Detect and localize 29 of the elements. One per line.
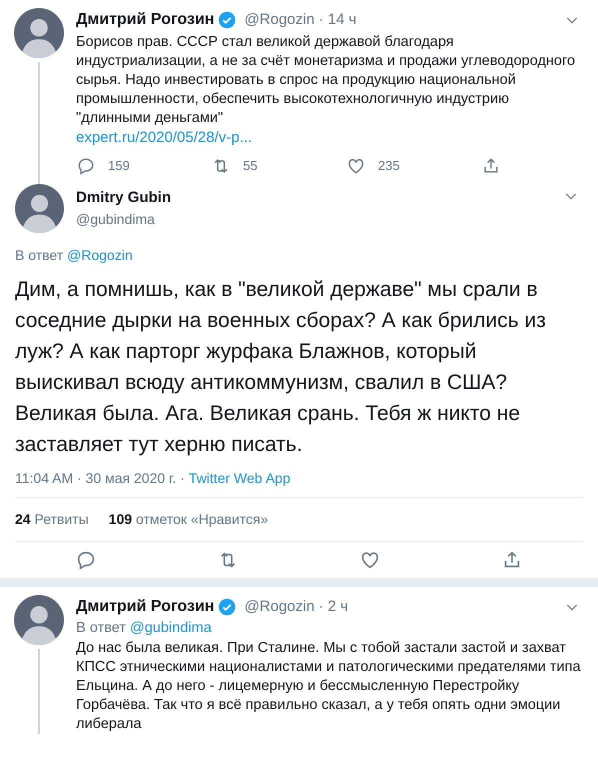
reply-label: В ответ [15, 247, 64, 263]
tweet-text: Борисов прав. СССР стал великой державой благодаря индустриализации, а не за счёт монетаризма и продажи углеводородного сырья. Надо инвестировать в спрос на продукцию национальной промышленности, обеспечить высокотехнологичную индустрию "длинными деньгами" [76, 33, 576, 128]
tweet-timestamp: 11:04 AM · 30 мая 2020 г. · [15, 470, 185, 486]
reply-icon[interactable] [75, 549, 97, 571]
user-name[interactable]: Дмитрий Рогозин [76, 8, 214, 32]
avatar-icon [14, 8, 64, 58]
tweet-link[interactable]: expert.ru/2020/05/28/v-p... [76, 128, 252, 148]
tweet-time: · 2 ч [318, 596, 348, 617]
reply-icon[interactable] [76, 156, 96, 176]
tweet-text: До нас была великая. При Сталине. Мы с тобой застали застой и захват КПСС этническими националистами и патологическими предателями типа Ельцина. А до него - лицемерную и бессмысленную Перестройку Горбачёва. Так что я всё правильно сказал, а у тебя опять одни эмоции либерала [76, 639, 582, 734]
user-name[interactable]: Dmitry Gubin [76, 186, 172, 210]
source-link[interactable]: Twitter Web App [188, 470, 290, 486]
reply-label: В ответ [76, 620, 126, 636]
user-name[interactable]: Дмитрий Рогозин [76, 595, 214, 619]
action-count: 55 [243, 157, 258, 176]
user-handle[interactable]: @Rogozin [244, 596, 315, 618]
user-handle[interactable]: @gubindima [76, 209, 172, 230]
action-count: 159 [108, 157, 130, 176]
action-count: 235 [378, 157, 400, 176]
user-handle[interactable]: @Rogozin [244, 8, 315, 32]
avatar-icon [14, 595, 64, 645]
stat-link[interactable]: 109 отметок «Нравится» [108, 509, 268, 530]
heart-icon[interactable] [346, 156, 366, 176]
tweet-text: Дим, а помнишь, как в "великой державе" мы срали в соседние дырки на военных сборах? А как брились из луж? А как парторг журфака Блажнов, который выискивал всюду антикоммунизм, свалил в США? Великая была. Ага. Великая срань. Тебя ж никто не заставляет тут херню писать. [15, 277, 547, 458]
mention-link[interactable]: @gubindima [130, 620, 212, 636]
tweet-time: · 14 ч [318, 10, 356, 30]
mention-link[interactable]: @Rogozin [67, 247, 133, 263]
avatar-icon [15, 184, 64, 233]
stat-link[interactable]: 24 Ретвиты [15, 509, 89, 530]
